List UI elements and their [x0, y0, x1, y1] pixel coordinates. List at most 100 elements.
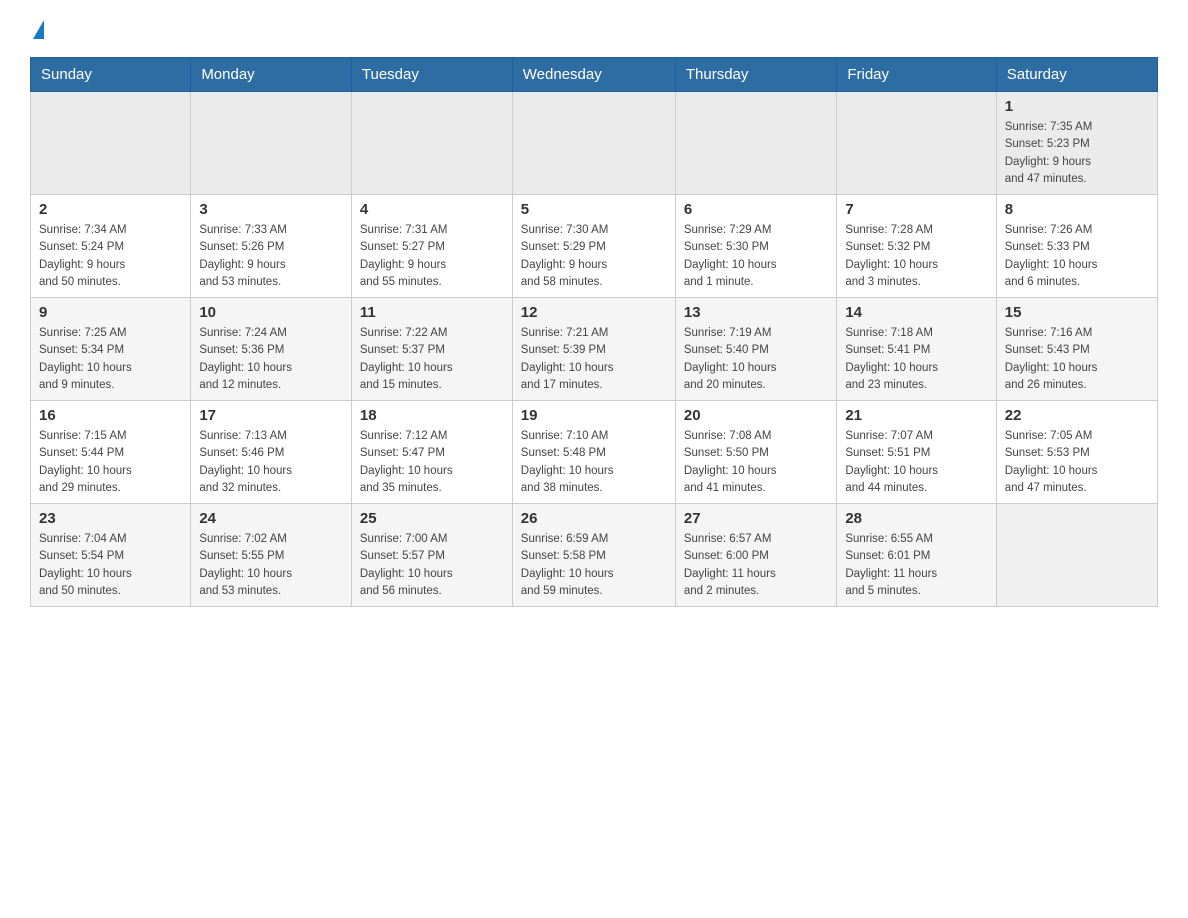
day-number: 5: [521, 201, 667, 218]
day-number: 1: [1005, 98, 1149, 115]
calendar-day-cell: 24 Sunrise: 7:02 AM Sunset: 5:55 PM Dayli…: [191, 504, 352, 607]
day-number: 11: [360, 304, 504, 321]
calendar-day-cell: [996, 504, 1157, 607]
calendar-day-cell: 19 Sunrise: 7:10 AM Sunset: 5:48 PM Dayli…: [512, 401, 675, 504]
page-header: [30, 20, 1158, 37]
day-info: Sunrise: 7:08 AM Sunset: 5:50 PM Dayligh…: [684, 428, 828, 497]
calendar-day-cell: 14 Sunrise: 7:18 AM Sunset: 5:41 PM Dayli…: [837, 298, 996, 401]
day-number: 8: [1005, 201, 1149, 218]
logo: [30, 20, 44, 37]
day-number: 6: [684, 201, 828, 218]
calendar-table: SundayMondayTuesdayWednesdayThursdayFrid…: [30, 57, 1158, 607]
day-info: Sunrise: 7:24 AM Sunset: 5:36 PM Dayligh…: [199, 325, 343, 394]
calendar-day-cell: 17Sunrise: 7:13 AM Sunset: 5:46 PM Dayli…: [191, 401, 352, 504]
day-info: Sunrise: 7:34 AM Sunset: 5:24 PM Dayligh…: [39, 222, 182, 291]
day-number: 18: [360, 407, 504, 424]
calendar-week-row: 1 Sunrise: 7:35 AM Sunset: 5:23 PM Daylig…: [31, 92, 1158, 195]
calendar-day-cell: 12 Sunrise: 7:21 AM Sunset: 5:39 PM Dayli…: [512, 298, 675, 401]
calendar-day-cell: 21 Sunrise: 7:07 AM Sunset: 5:51 PM Dayli…: [837, 401, 996, 504]
day-number: 4: [360, 201, 504, 218]
day-info: Sunrise: 7:19 AM Sunset: 5:40 PM Dayligh…: [684, 325, 828, 394]
day-number: 27: [684, 510, 828, 527]
day-number: 28: [845, 510, 987, 527]
day-number: 23: [39, 510, 182, 527]
day-info: Sunrise: 7:07 AM Sunset: 5:51 PM Dayligh…: [845, 428, 987, 497]
day-info: Sunrise: 7:12 AM Sunset: 5:47 PM Dayligh…: [360, 428, 504, 497]
calendar-header-monday: Monday: [191, 58, 352, 92]
calendar-day-cell: [351, 92, 512, 195]
day-number: 10: [199, 304, 343, 321]
day-number: 22: [1005, 407, 1149, 424]
day-number: 17: [199, 407, 343, 424]
day-number: 19: [521, 407, 667, 424]
day-info: Sunrise: 7:15 AM Sunset: 5:44 PM Dayligh…: [39, 428, 182, 497]
day-number: 7: [845, 201, 987, 218]
day-number: 2: [39, 201, 182, 218]
day-info: Sunrise: 7:29 AM Sunset: 5:30 PM Dayligh…: [684, 222, 828, 291]
day-number: 14: [845, 304, 987, 321]
calendar-day-cell: 26Sunrise: 6:59 AM Sunset: 5:58 PM Dayli…: [512, 504, 675, 607]
calendar-day-cell: 15 Sunrise: 7:16 AM Sunset: 5:43 PM Dayli…: [996, 298, 1157, 401]
day-number: 20: [684, 407, 828, 424]
calendar-day-cell: 10 Sunrise: 7:24 AM Sunset: 5:36 PM Dayli…: [191, 298, 352, 401]
calendar-day-cell: 28 Sunrise: 6:55 AM Sunset: 6:01 PM Dayli…: [837, 504, 996, 607]
day-number: 21: [845, 407, 987, 424]
calendar-week-row: 16 Sunrise: 7:15 AM Sunset: 5:44 PM Dayli…: [31, 401, 1158, 504]
calendar-day-cell: [191, 92, 352, 195]
day-info: Sunrise: 7:30 AM Sunset: 5:29 PM Dayligh…: [521, 222, 667, 291]
calendar-day-cell: 22 Sunrise: 7:05 AM Sunset: 5:53 PM Dayli…: [996, 401, 1157, 504]
calendar-header-row: SundayMondayTuesdayWednesdayThursdayFrid…: [31, 58, 1158, 92]
day-number: 12: [521, 304, 667, 321]
calendar-week-row: 23 Sunrise: 7:04 AM Sunset: 5:54 PM Dayli…: [31, 504, 1158, 607]
calendar-day-cell: 18 Sunrise: 7:12 AM Sunset: 5:47 PM Dayli…: [351, 401, 512, 504]
calendar-header-wednesday: Wednesday: [512, 58, 675, 92]
calendar-day-cell: [837, 92, 996, 195]
calendar-day-cell: 13 Sunrise: 7:19 AM Sunset: 5:40 PM Dayli…: [675, 298, 836, 401]
calendar-day-cell: 23 Sunrise: 7:04 AM Sunset: 5:54 PM Dayli…: [31, 504, 191, 607]
calendar-day-cell: 5 Sunrise: 7:30 AM Sunset: 5:29 PM Daylig…: [512, 195, 675, 298]
day-info: Sunrise: 7:04 AM Sunset: 5:54 PM Dayligh…: [39, 531, 182, 600]
day-number: 16: [39, 407, 182, 424]
calendar-day-cell: 8 Sunrise: 7:26 AM Sunset: 5:33 PM Daylig…: [996, 195, 1157, 298]
logo-arrow-icon: [33, 20, 44, 39]
calendar-day-cell: 6 Sunrise: 7:29 AM Sunset: 5:30 PM Daylig…: [675, 195, 836, 298]
day-info: Sunrise: 6:55 AM Sunset: 6:01 PM Dayligh…: [845, 531, 987, 600]
calendar-day-cell: [675, 92, 836, 195]
calendar-day-cell: [31, 92, 191, 195]
calendar-header-saturday: Saturday: [996, 58, 1157, 92]
day-info: Sunrise: 7:00 AM Sunset: 5:57 PM Dayligh…: [360, 531, 504, 600]
day-info: Sunrise: 7:33 AM Sunset: 5:26 PM Dayligh…: [199, 222, 343, 291]
day-number: 25: [360, 510, 504, 527]
day-info: Sunrise: 7:35 AM Sunset: 5:23 PM Dayligh…: [1005, 119, 1149, 188]
calendar-day-cell: 7 Sunrise: 7:28 AM Sunset: 5:32 PM Daylig…: [837, 195, 996, 298]
calendar-header-sunday: Sunday: [31, 58, 191, 92]
day-number: 9: [39, 304, 182, 321]
calendar-week-row: 9Sunrise: 7:25 AM Sunset: 5:34 PM Daylig…: [31, 298, 1158, 401]
day-info: Sunrise: 7:02 AM Sunset: 5:55 PM Dayligh…: [199, 531, 343, 600]
day-info: Sunrise: 7:18 AM Sunset: 5:41 PM Dayligh…: [845, 325, 987, 394]
calendar-day-cell: 11Sunrise: 7:22 AM Sunset: 5:37 PM Dayli…: [351, 298, 512, 401]
day-info: Sunrise: 7:21 AM Sunset: 5:39 PM Dayligh…: [521, 325, 667, 394]
calendar-header-friday: Friday: [837, 58, 996, 92]
calendar-day-cell: 27Sunrise: 6:57 AM Sunset: 6:00 PM Dayli…: [675, 504, 836, 607]
day-number: 13: [684, 304, 828, 321]
day-number: 24: [199, 510, 343, 527]
day-info: Sunrise: 7:26 AM Sunset: 5:33 PM Dayligh…: [1005, 222, 1149, 291]
day-info: Sunrise: 7:28 AM Sunset: 5:32 PM Dayligh…: [845, 222, 987, 291]
day-info: Sunrise: 7:10 AM Sunset: 5:48 PM Dayligh…: [521, 428, 667, 497]
day-info: Sunrise: 7:05 AM Sunset: 5:53 PM Dayligh…: [1005, 428, 1149, 497]
calendar-day-cell: [512, 92, 675, 195]
calendar-header-tuesday: Tuesday: [351, 58, 512, 92]
calendar-day-cell: 4 Sunrise: 7:31 AM Sunset: 5:27 PM Daylig…: [351, 195, 512, 298]
calendar-day-cell: 16 Sunrise: 7:15 AM Sunset: 5:44 PM Dayli…: [31, 401, 191, 504]
day-number: 15: [1005, 304, 1149, 321]
calendar-day-cell: 2 Sunrise: 7:34 AM Sunset: 5:24 PM Daylig…: [31, 195, 191, 298]
day-number: 26: [521, 510, 667, 527]
calendar-day-cell: 20 Sunrise: 7:08 AM Sunset: 5:50 PM Dayli…: [675, 401, 836, 504]
day-number: 3: [199, 201, 343, 218]
day-info: Sunrise: 7:31 AM Sunset: 5:27 PM Dayligh…: [360, 222, 504, 291]
calendar-day-cell: 3 Sunrise: 7:33 AM Sunset: 5:26 PM Daylig…: [191, 195, 352, 298]
calendar-day-cell: 9Sunrise: 7:25 AM Sunset: 5:34 PM Daylig…: [31, 298, 191, 401]
day-info: Sunrise: 7:16 AM Sunset: 5:43 PM Dayligh…: [1005, 325, 1149, 394]
calendar-week-row: 2 Sunrise: 7:34 AM Sunset: 5:24 PM Daylig…: [31, 195, 1158, 298]
